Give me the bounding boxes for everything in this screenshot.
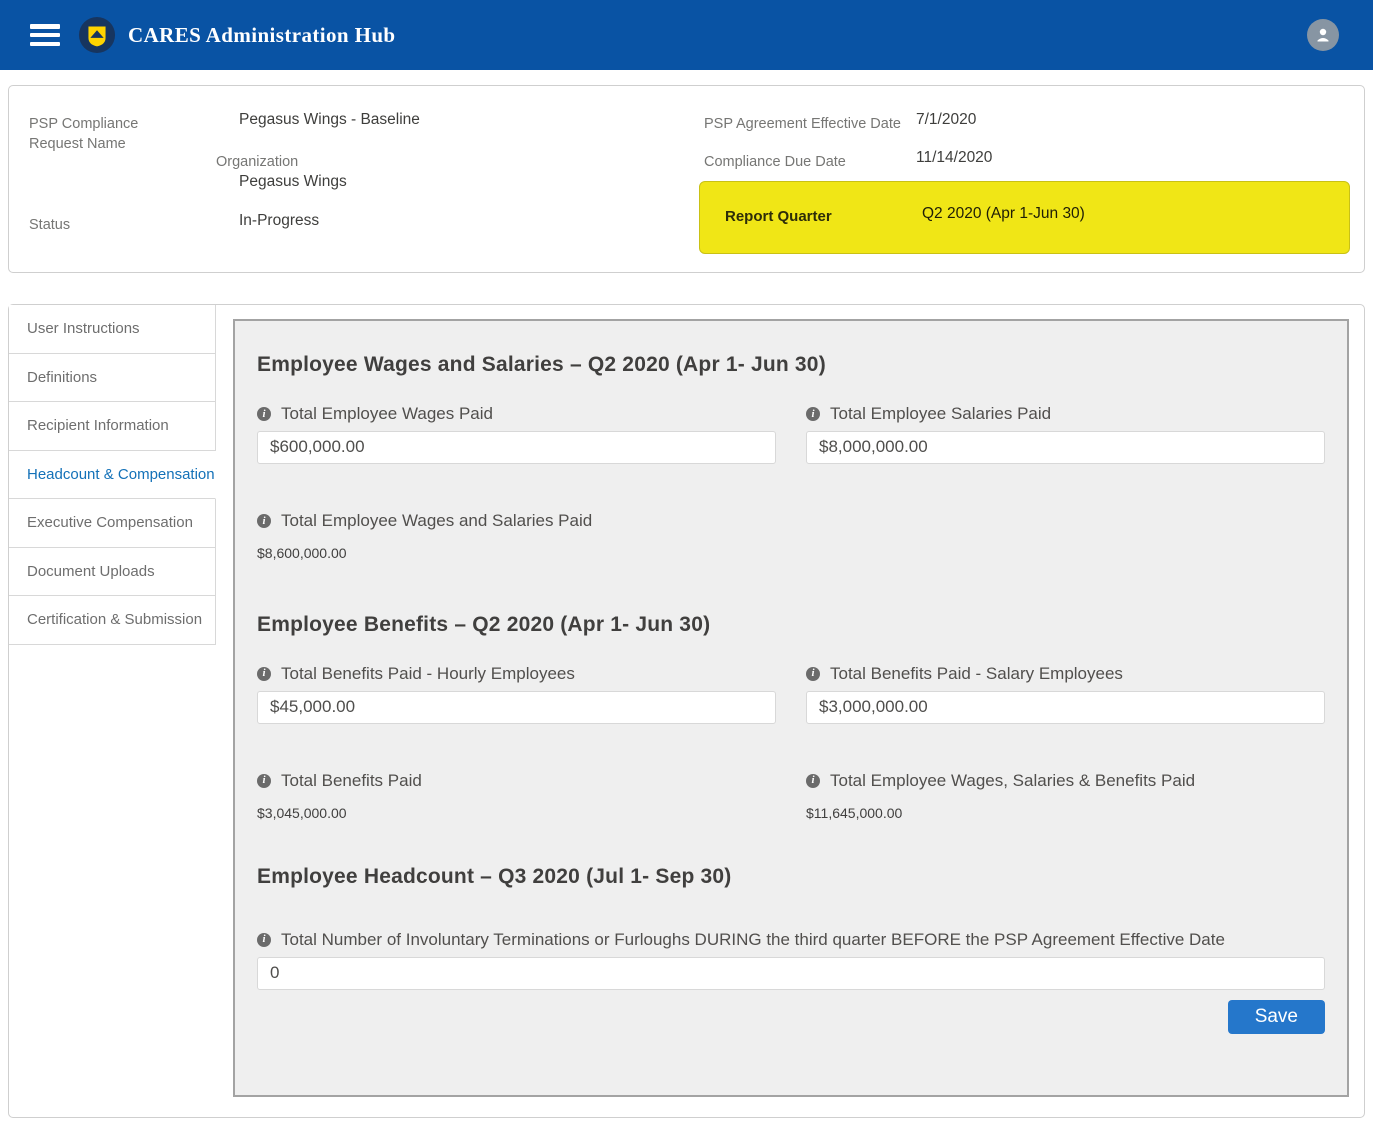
wages-paid-label: Total Employee Wages Paid bbox=[281, 403, 493, 426]
wages-salaries-total-value: $8,600,000.00 bbox=[257, 545, 1325, 561]
benefits-salary-label: Total Benefits Paid - Salary Employees bbox=[830, 663, 1123, 686]
info-icon: i bbox=[257, 774, 271, 788]
benefits-section-heading: Employee Benefits – Q2 2020 (Apr 1- Jun … bbox=[257, 613, 1325, 637]
wages-salaries-total-label-row: i Total Employee Wages and Salaries Paid bbox=[257, 510, 1325, 533]
app-title: CARES Administration Hub bbox=[128, 23, 396, 48]
benefits-salary-label-row: i Total Benefits Paid - Salary Employees bbox=[806, 663, 1325, 686]
app-logo-shield-icon bbox=[78, 16, 116, 54]
request-name-label: PSP Compliance Request Name bbox=[29, 114, 194, 155]
organization-value: Pegasus Wings bbox=[239, 173, 347, 191]
info-icon: i bbox=[806, 407, 820, 421]
terminations-field: i Total Number of Involuntary Terminatio… bbox=[257, 929, 1325, 990]
status-label: Status bbox=[29, 215, 70, 235]
info-icon: i bbox=[257, 667, 271, 681]
info-icon: i bbox=[257, 933, 271, 947]
headcount-compensation-panel: Employee Wages and Salaries – Q2 2020 (A… bbox=[233, 319, 1349, 1097]
info-icon: i bbox=[806, 667, 820, 681]
benefits-hourly-input[interactable] bbox=[257, 691, 776, 724]
benefits-total-value: $3,045,000.00 bbox=[257, 805, 776, 821]
salaries-paid-label-row: i Total Employee Salaries Paid bbox=[806, 403, 1325, 426]
due-date-label: Compliance Due Date bbox=[704, 152, 846, 172]
organization-label: Organization bbox=[216, 152, 298, 172]
wages-salaries-total-label: Total Employee Wages and Salaries Paid bbox=[281, 510, 592, 533]
benefits-hourly-label-row: i Total Benefits Paid - Hourly Employees bbox=[257, 663, 776, 686]
hamburger-menu-icon[interactable] bbox=[30, 24, 60, 46]
request-name-value: Pegasus Wings - Baseline bbox=[239, 111, 420, 129]
info-icon: i bbox=[257, 407, 271, 421]
terminations-input[interactable] bbox=[257, 957, 1325, 990]
tab-certification-submission[interactable]: Certification & Submission bbox=[9, 596, 216, 645]
tab-executive-compensation[interactable]: Executive Compensation bbox=[9, 499, 216, 548]
tab-headcount-compensation[interactable]: Headcount & Compensation bbox=[9, 451, 216, 500]
salaries-paid-input[interactable] bbox=[806, 431, 1325, 464]
benefits-hourly-field: i Total Benefits Paid - Hourly Employees bbox=[257, 663, 776, 724]
wages-paid-field: i Total Employee Wages Paid bbox=[257, 403, 776, 464]
benefits-total-label: Total Benefits Paid bbox=[281, 770, 422, 793]
benefits-total-label-row: i Total Benefits Paid bbox=[257, 770, 776, 793]
grand-total-label: Total Employee Wages, Salaries & Benefit… bbox=[830, 770, 1195, 793]
tab-user-instructions[interactable]: User Instructions bbox=[9, 305, 216, 354]
report-quarter-value: Q2 2020 (Apr 1-Jun 30) bbox=[922, 205, 1085, 223]
app-header: CARES Administration Hub bbox=[0, 0, 1373, 70]
wages-section-heading: Employee Wages and Salaries – Q2 2020 (A… bbox=[257, 353, 1325, 377]
wages-salaries-total-field: i Total Employee Wages and Salaries Paid… bbox=[257, 510, 1325, 561]
compliance-summary-card: PSP Compliance Request Name Pegasus Wing… bbox=[8, 85, 1365, 273]
grand-total-field: i Total Employee Wages, Salaries & Benef… bbox=[806, 770, 1325, 821]
effective-date-label: PSP Agreement Effective Date bbox=[704, 114, 901, 134]
due-date-value: 11/14/2020 bbox=[916, 149, 992, 167]
wages-paid-label-row: i Total Employee Wages Paid bbox=[257, 403, 776, 426]
wages-paid-input[interactable] bbox=[257, 431, 776, 464]
save-button[interactable]: Save bbox=[1228, 1000, 1325, 1034]
tab-recipient-information[interactable]: Recipient Information bbox=[9, 402, 216, 451]
user-account-icon[interactable] bbox=[1307, 19, 1339, 51]
benefits-hourly-label: Total Benefits Paid - Hourly Employees bbox=[281, 663, 575, 686]
main-content-card: User Instructions Definitions Recipient … bbox=[8, 304, 1365, 1118]
grand-total-value: $11,645,000.00 bbox=[806, 805, 1325, 821]
terminations-label: Total Number of Involuntary Terminations… bbox=[281, 929, 1225, 952]
report-quarter-highlight: Report Quarter Q2 2020 (Apr 1-Jun 30) bbox=[699, 181, 1350, 254]
headcount-section-heading: Employee Headcount – Q3 2020 (Jul 1- Sep… bbox=[257, 865, 1325, 889]
salaries-paid-label: Total Employee Salaries Paid bbox=[830, 403, 1051, 426]
info-icon: i bbox=[257, 514, 271, 528]
terminations-label-row: i Total Number of Involuntary Terminatio… bbox=[257, 929, 1237, 952]
section-nav: User Instructions Definitions Recipient … bbox=[9, 305, 216, 645]
benefits-salary-field: i Total Benefits Paid - Salary Employees bbox=[806, 663, 1325, 724]
report-quarter-label: Report Quarter bbox=[725, 208, 832, 225]
tab-document-uploads[interactable]: Document Uploads bbox=[9, 548, 216, 597]
salaries-paid-field: i Total Employee Salaries Paid bbox=[806, 403, 1325, 464]
tab-definitions[interactable]: Definitions bbox=[9, 354, 216, 403]
benefits-salary-input[interactable] bbox=[806, 691, 1325, 724]
status-value: In-Progress bbox=[239, 212, 319, 230]
grand-total-label-row: i Total Employee Wages, Salaries & Benef… bbox=[806, 770, 1325, 793]
info-icon: i bbox=[806, 774, 820, 788]
effective-date-value: 7/1/2020 bbox=[916, 111, 976, 129]
benefits-total-field: i Total Benefits Paid $3,045,000.00 bbox=[257, 770, 776, 821]
